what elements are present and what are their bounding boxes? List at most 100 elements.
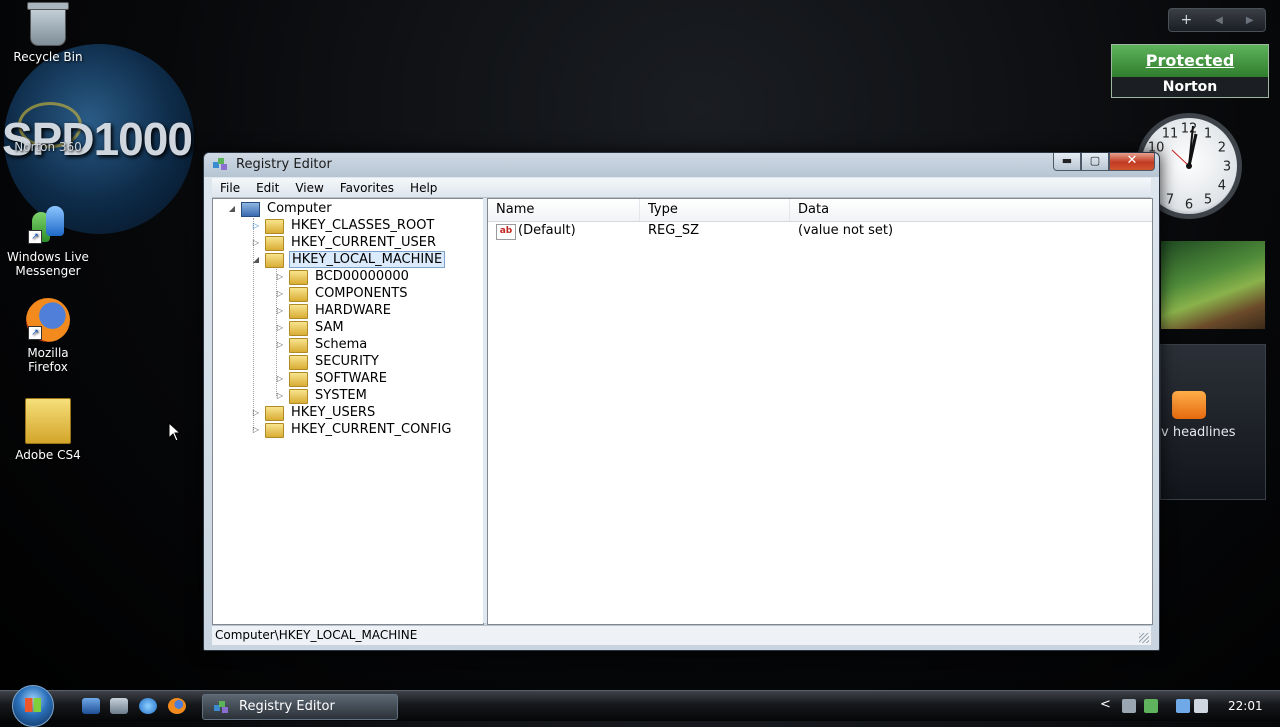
desktop-icon-label: Mozilla Firefox [27,346,69,374]
desktop-icon-messenger[interactable]: ↗ Windows Live Messenger [0,202,96,278]
watermark-text: SPD1000 [2,113,193,165]
taskbar-button-registry-editor[interactable]: Registry Editor [202,694,398,720]
expand-arrow-icon[interactable]: ▷ [251,234,261,251]
maximize-button[interactable]: ▢ [1081,153,1109,171]
network-icon[interactable] [1176,699,1190,713]
switch-windows-icon[interactable] [110,698,128,714]
folder-icon [289,270,308,285]
menu-edit[interactable]: Edit [248,179,287,197]
column-header-name[interactable]: Name [488,199,640,221]
window-title: Registry Editor [236,157,332,172]
expand-arrow-icon[interactable]: ▷ [251,217,261,234]
shortcut-arrow-icon: ↗ [28,230,42,244]
expand-arrow-icon[interactable]: ▷ [251,404,261,421]
desktop-icon-label: Adobe CS4 [15,448,81,462]
value-name: (Default) [518,223,576,238]
tree-node-label: HKEY_CURRENT_USER [291,235,437,250]
expand-arrow-icon[interactable]: ▷ [275,285,285,302]
taskbar-button-label: Registry Editor [239,699,335,714]
folder-icon [289,372,308,387]
tree-node-label: Computer [267,201,332,216]
desktop-icon-recycle-bin[interactable]: Recycle Bin [0,2,96,64]
clock-number: 5 [1204,192,1212,207]
registry-editor-icon [213,158,227,170]
tree-node-label: HKEY_CURRENT_CONFIG [291,422,452,437]
add-gadget-button[interactable]: + [1180,12,1192,28]
feed-headlines-text: v headlines [1161,425,1236,440]
resize-grip[interactable] [1139,633,1149,643]
clock-number: 11 [1162,127,1179,142]
desktop-icon-norton-360[interactable]: Norton 360 [0,140,96,154]
firefox-quicklaunch-icon[interactable] [168,698,186,714]
mouse-cursor-icon [168,422,182,442]
close-button[interactable]: ✕ [1109,153,1155,171]
messenger-tray-icon[interactable] [1144,699,1158,713]
collapse-arrow-icon[interactable]: ◢ [227,200,237,217]
feed-headlines-gadget[interactable]: v headlines [1160,344,1266,500]
clock-number: 6 [1185,198,1193,213]
registry-editor-window[interactable]: Registry Editor ▬ ▢ ✕ File Edit View Fav… [203,152,1160,651]
next-page-button[interactable]: ▶ [1246,15,1254,26]
tree-node-label: COMPONENTS [315,286,408,301]
expand-arrow-icon[interactable]: ▷ [275,319,285,336]
folder-icon [265,236,284,251]
clock-number: 4 [1218,179,1226,194]
collapse-arrow-icon[interactable]: ◢ [251,251,261,268]
expand-arrow-icon[interactable]: ▷ [251,421,261,438]
expand-arrow-icon[interactable]: ▷ [275,268,285,285]
recycle-bin-icon [27,2,69,46]
tree-node-label: HKEY_LOCAL_MACHINE [289,251,446,268]
value-data: (value not set) [798,223,894,238]
status-path: Computer\HKEY_LOCAL_MACHINE [215,628,418,642]
tree-node-label: HARDWARE [315,303,391,318]
clock-number: 3 [1223,160,1231,175]
desktop-icon-firefox[interactable]: ↗ Mozilla Firefox [0,298,96,374]
column-header-data[interactable]: Data [790,199,1152,221]
tree-node-label: SAM [315,320,344,335]
previous-page-button[interactable]: ◀ [1215,15,1223,26]
tree-node-label: Schema [315,337,368,352]
menu-bar: File Edit View Favorites Help [212,178,1151,198]
expand-arrow-icon[interactable]: ▷ [275,336,285,353]
start-button[interactable] [12,685,54,727]
title-bar[interactable]: Registry Editor ▬ ▢ ✕ [204,153,1159,177]
system-tray: < 22:01 [1090,691,1280,721]
norton-gadget[interactable]: Protected Norton [1111,44,1269,98]
taskbar: Registry Editor < 22:01 [0,685,1280,727]
key-tree[interactable]: ◢ Computer ▷ HKEY_CLASSES_ROOT ▷ HKEY_CU… [212,198,484,625]
folder-icon [289,321,308,336]
menu-help[interactable]: Help [402,179,445,197]
menu-favorites[interactable]: Favorites [332,179,402,197]
show-desktop-icon[interactable] [82,698,100,714]
tree-node-label: HKEY_USERS [291,405,376,420]
status-bar: Computer\HKEY_LOCAL_MACHINE [212,625,1151,645]
tree-node-label: SOFTWARE [315,371,387,386]
minimize-button[interactable]: ▬ [1053,153,1081,171]
table-row[interactable]: ab (Default) REG_SZ (value not set) [488,221,1152,241]
volume-icon[interactable] [1194,699,1208,713]
slideshow-gadget[interactable] [1160,240,1266,330]
rss-icon [1172,391,1206,419]
expand-arrow-icon[interactable]: ▷ [275,302,285,319]
desktop-icon-label: Norton 360 [14,140,82,154]
clock-time[interactable]: 22:01 [1228,691,1263,721]
folder-icon [265,406,284,421]
norton-brand: Norton [1162,79,1218,95]
clock-number: 7 [1166,192,1174,207]
column-header-type[interactable]: Type [640,199,790,221]
firefox-icon: ↗ [26,298,70,342]
expand-arrow-icon[interactable]: ▷ [275,387,285,404]
open-folder-icon [265,253,284,268]
menu-view[interactable]: View [287,179,331,197]
tree-node-label: SYSTEM [315,388,367,403]
desktop-icon-adobe-cs4[interactable]: Adobe CS4 [0,398,96,462]
clock-number: 2 [1218,141,1226,156]
safely-remove-icon[interactable] [1122,699,1136,713]
internet-explorer-icon[interactable] [139,698,157,714]
folder-icon [289,338,308,353]
norton-status[interactable]: Protected [1112,45,1268,77]
expand-arrow-icon[interactable]: ▷ [275,370,285,387]
values-list[interactable]: Name Type Data ab (Default) REG_SZ (valu… [487,198,1153,625]
show-hidden-icons-button[interactable]: < [1100,697,1111,712]
menu-file[interactable]: File [212,179,248,197]
